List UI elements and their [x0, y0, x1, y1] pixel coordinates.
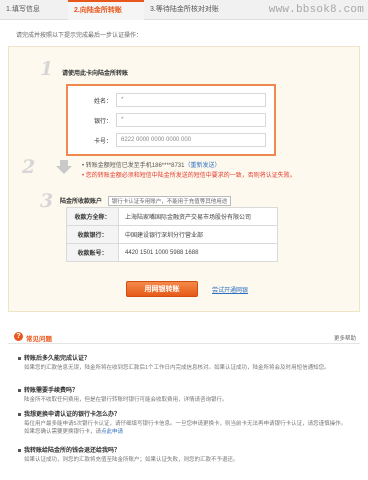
sms-sent-notice: • 转账金额短信已发至手机186****8731（重新发送） — [82, 160, 220, 169]
faq-item: 转账需要手续费吗？ 陆金所不收取任何费用，但是在银行转账时银行可能会收取费用，详… — [18, 386, 348, 404]
row-name: 姓名： * — [68, 92, 274, 108]
payee-bank-value: 中国建设银行深圳分行营业部 — [118, 225, 278, 244]
payee-name-label: 收款方全称： — [66, 207, 119, 226]
bank-label: 银行： — [93, 119, 112, 125]
name-value: * — [116, 93, 266, 107]
faq-answer: 如果认证成功，则您的汇款将充值至陆金所账户；如果认证失败，则您的汇款不予退还。 — [24, 457, 239, 463]
watermark: www.bbsok8.com — [268, 4, 364, 16]
dedicated-account-badge: 银行卡认证专用账户，不能用于充值等其他用途 — [107, 196, 232, 206]
faq-question: 转账需要手续费吗？ — [18, 386, 348, 396]
question-icon: ? — [14, 332, 23, 341]
enable-online-banking-link[interactable]: 尝试开通网银 — [212, 285, 248, 294]
faq-header: ? 常见问题 更多帮助 — [8, 330, 360, 344]
receiving-account-table: 收款方全称： 上海陆家嘴国际金融资产交易市场股份有限公司 收款银行： 中国建设银… — [66, 207, 278, 262]
faq-answer: 陆金所不收取任何费用，但是在银行转账时银行可能会收取费用，详情请咨询银行。 — [24, 397, 228, 403]
name-label: 姓名： — [93, 99, 112, 105]
row-bank: 银行： * — [68, 112, 274, 128]
faq-question: 转账后多久能完成认证？ — [18, 354, 348, 364]
step-number-3: 3 — [40, 190, 54, 212]
online-banking-transfer-button[interactable]: 用网银转账 — [126, 281, 198, 297]
faq-answer-text: 每位用户最多能申请5次银行卡认证，请仔细填写银行卡信息。一旦您申请更换卡，则当前… — [24, 421, 347, 435]
table-row: 收款银行： 中国建设银行深圳分行营业部 — [66, 225, 278, 244]
payee-bank-label: 收款银行： — [66, 225, 119, 244]
table-row: 收款账号： 4420 1501 1000 5988 1688 — [66, 243, 278, 262]
intro-text: 请完成并按照以下提示完成最后一步认证操作： — [16, 33, 143, 39]
payee-account-label: 收款账号： — [66, 243, 119, 262]
step-transfer-active: 2.向陆金所转账 — [68, 0, 144, 20]
card-info-box: 姓名： * 银行： * 卡号： 6222 0000 0000 0000 000 — [66, 84, 276, 156]
step-number-1: 1 — [40, 58, 54, 80]
amount-warning: • 您的转账金额必须和短信中陆金所发送的短信中要求的一致，否则将认证失败。 — [82, 173, 296, 179]
payee-account-value: 4420 1501 1000 5988 1688 — [118, 243, 278, 262]
apply-change-card-link[interactable]: 点此申请 — [101, 429, 123, 435]
faq-question: 我想更换申请认证的银行卡怎么办？ — [18, 410, 348, 420]
bank-value: * — [116, 113, 266, 127]
faq-item: 我转账给陆金所的钱会退还给我吗？ 如果认证成功，则您的汇款将充值至陆金所账户；如… — [18, 446, 348, 464]
faq-question: 我转账给陆金所的钱会退还给我吗？ — [18, 446, 348, 456]
table-row: 收款方全称： 上海陆家嘴国际金融资产交易市场股份有限公司 — [66, 207, 278, 226]
down-arrow-icon — [56, 160, 72, 174]
section1-title: 请使用此卡向陆金所转账 — [62, 71, 129, 77]
faq-item: 转账后多久能完成认证？ 如果您的汇款信息无误，陆金所将在收到您汇款后1个工作日内… — [18, 354, 348, 372]
more-help-link[interactable]: 更多帮助 — [334, 334, 356, 342]
step-number-2: 2 — [22, 156, 36, 178]
card-number-label: 卡号： — [93, 139, 112, 145]
card-number-value: 6222 0000 0000 0000 000 — [116, 133, 266, 147]
faq-title: 常见问题 — [26, 336, 52, 343]
sms-sent-text: • 转账金额短信已发至手机186****8731 — [82, 163, 185, 169]
faq-answer: 如果您的汇款信息无误，陆金所将在收到您汇款后1个工作日内完成信息核对。如果认证成… — [24, 365, 330, 371]
faq-answer: 每位用户最多能申请5次银行卡认证，请仔细填写银行卡信息。一旦您申请更换卡，则当前… — [18, 420, 348, 436]
step-fill-info: 1.填写信息 — [6, 6, 40, 13]
row-card-number: 卡号： 6222 0000 0000 0000 000 — [68, 132, 274, 148]
receiving-account-title: 陆金所收款账户 银行卡认证专用账户，不能用于充值等其他用途 — [60, 196, 232, 206]
faq-item: 我想更换申请认证的银行卡怎么办？ 每位用户最多能申请5次银行卡认证，请仔细填写银… — [18, 410, 348, 436]
payee-name-value: 上海陆家嘴国际金融资产交易市场股份有限公司 — [118, 207, 278, 226]
resend-sms-link[interactable]: （重新发送） — [184, 163, 220, 169]
receiving-account-heading: 陆金所收款账户 — [60, 199, 103, 205]
